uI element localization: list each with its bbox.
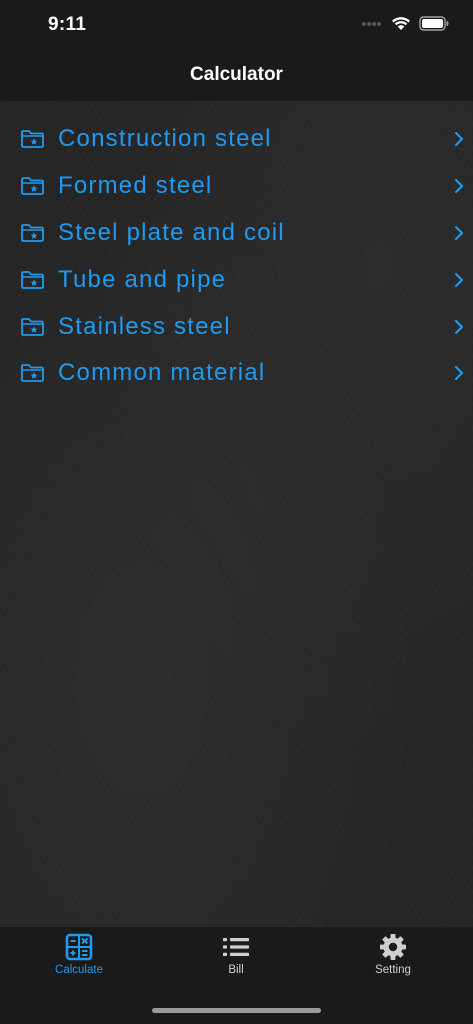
list-item[interactable]: Formed steel	[0, 163, 473, 210]
chevron-right-icon	[454, 366, 464, 381]
content-area: Construction steel Formed steel Steel plat…	[0, 101, 473, 927]
chevron-right-icon	[454, 225, 464, 241]
chevron-right-icon	[454, 179, 464, 194]
list-item[interactable]: Tube and pipe	[0, 256, 473, 303]
list-item-label: Steel plate and coil	[58, 218, 285, 246]
folder-star-icon	[21, 224, 44, 242]
tab-bar: Calculate Bill Setting	[0, 927, 473, 1024]
list-item-label: Tube and pipe	[58, 265, 227, 293]
category-list: Construction steel Formed steel Steel plat…	[0, 116, 473, 397]
wifi-icon	[392, 17, 410, 30]
folder-star-icon	[21, 364, 44, 383]
list-item-label: Construction steel	[58, 125, 272, 153]
status-time: 9:11	[48, 14, 87, 35]
status-icons	[361, 16, 449, 31]
tab-calculate[interactable]: Calculate	[24, 933, 134, 983]
page-title: Calculator	[190, 64, 283, 85]
battery-icon	[419, 16, 449, 31]
gear-icon	[380, 934, 406, 960]
list-icon	[223, 938, 249, 956]
folder-star-icon	[21, 130, 44, 149]
tab-bill[interactable]: Bill	[181, 933, 291, 983]
tab-setting-label: Setting	[375, 964, 411, 976]
list-item[interactable]: Stainless steel	[0, 303, 473, 350]
tab-calculate-label: Calculate	[55, 964, 103, 976]
list-item-label: Common material	[58, 359, 266, 387]
list-item[interactable]: Steel plate and coil	[0, 210, 473, 257]
tab-setting[interactable]: Setting	[338, 933, 448, 983]
list-item-label: Formed steel	[58, 172, 213, 200]
top-bar: 9:11 Calculator	[0, 0, 473, 101]
cellular-signal-icon	[362, 21, 381, 26]
chevron-right-icon	[454, 272, 464, 287]
folder-star-icon	[21, 317, 44, 336]
calculator-icon	[65, 933, 93, 961]
list-item[interactable]: Construction steel	[0, 116, 473, 163]
folder-star-icon	[21, 177, 44, 196]
list-item-label: Stainless steel	[58, 312, 231, 340]
list-item[interactable]: Common material	[0, 350, 473, 397]
folder-star-icon	[21, 270, 44, 289]
chevron-right-icon	[454, 319, 464, 334]
tab-bill-label: Bill	[228, 964, 244, 976]
chevron-right-icon	[454, 132, 464, 147]
home-indicator	[152, 1008, 321, 1013]
